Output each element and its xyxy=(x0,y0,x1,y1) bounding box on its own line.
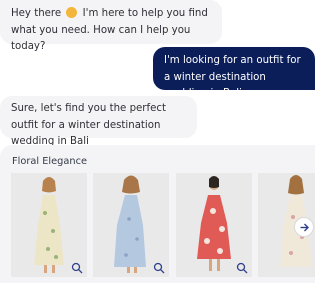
product-card[interactable] xyxy=(93,173,169,277)
product-card[interactable] xyxy=(176,173,252,277)
bot-reply-text: Sure, let's find you the perfect outfit … xyxy=(11,103,166,147)
bot-reply-bubble: Sure, let's find you the perfect outfit … xyxy=(0,96,197,147)
product-card[interactable] xyxy=(11,173,87,277)
zoom-icon[interactable] xyxy=(71,262,83,274)
user-message-bubble: I'm looking for an outfit for a winter d… xyxy=(153,47,315,99)
zoom-icon[interactable] xyxy=(153,262,165,274)
carousel-next-button[interactable] xyxy=(294,217,314,237)
carousel-title: Floral Elegance xyxy=(12,156,88,167)
arrow-right-icon xyxy=(300,223,309,231)
user-message-text: I'm looking for an outfit for a winter d… xyxy=(164,55,301,99)
waving-hand-icon xyxy=(66,7,78,18)
greeting-text-start: Hey there xyxy=(11,8,62,19)
bot-greeting-bubble: Hey there I'm here to help you find what… xyxy=(0,0,222,52)
zoom-icon[interactable] xyxy=(236,262,248,274)
